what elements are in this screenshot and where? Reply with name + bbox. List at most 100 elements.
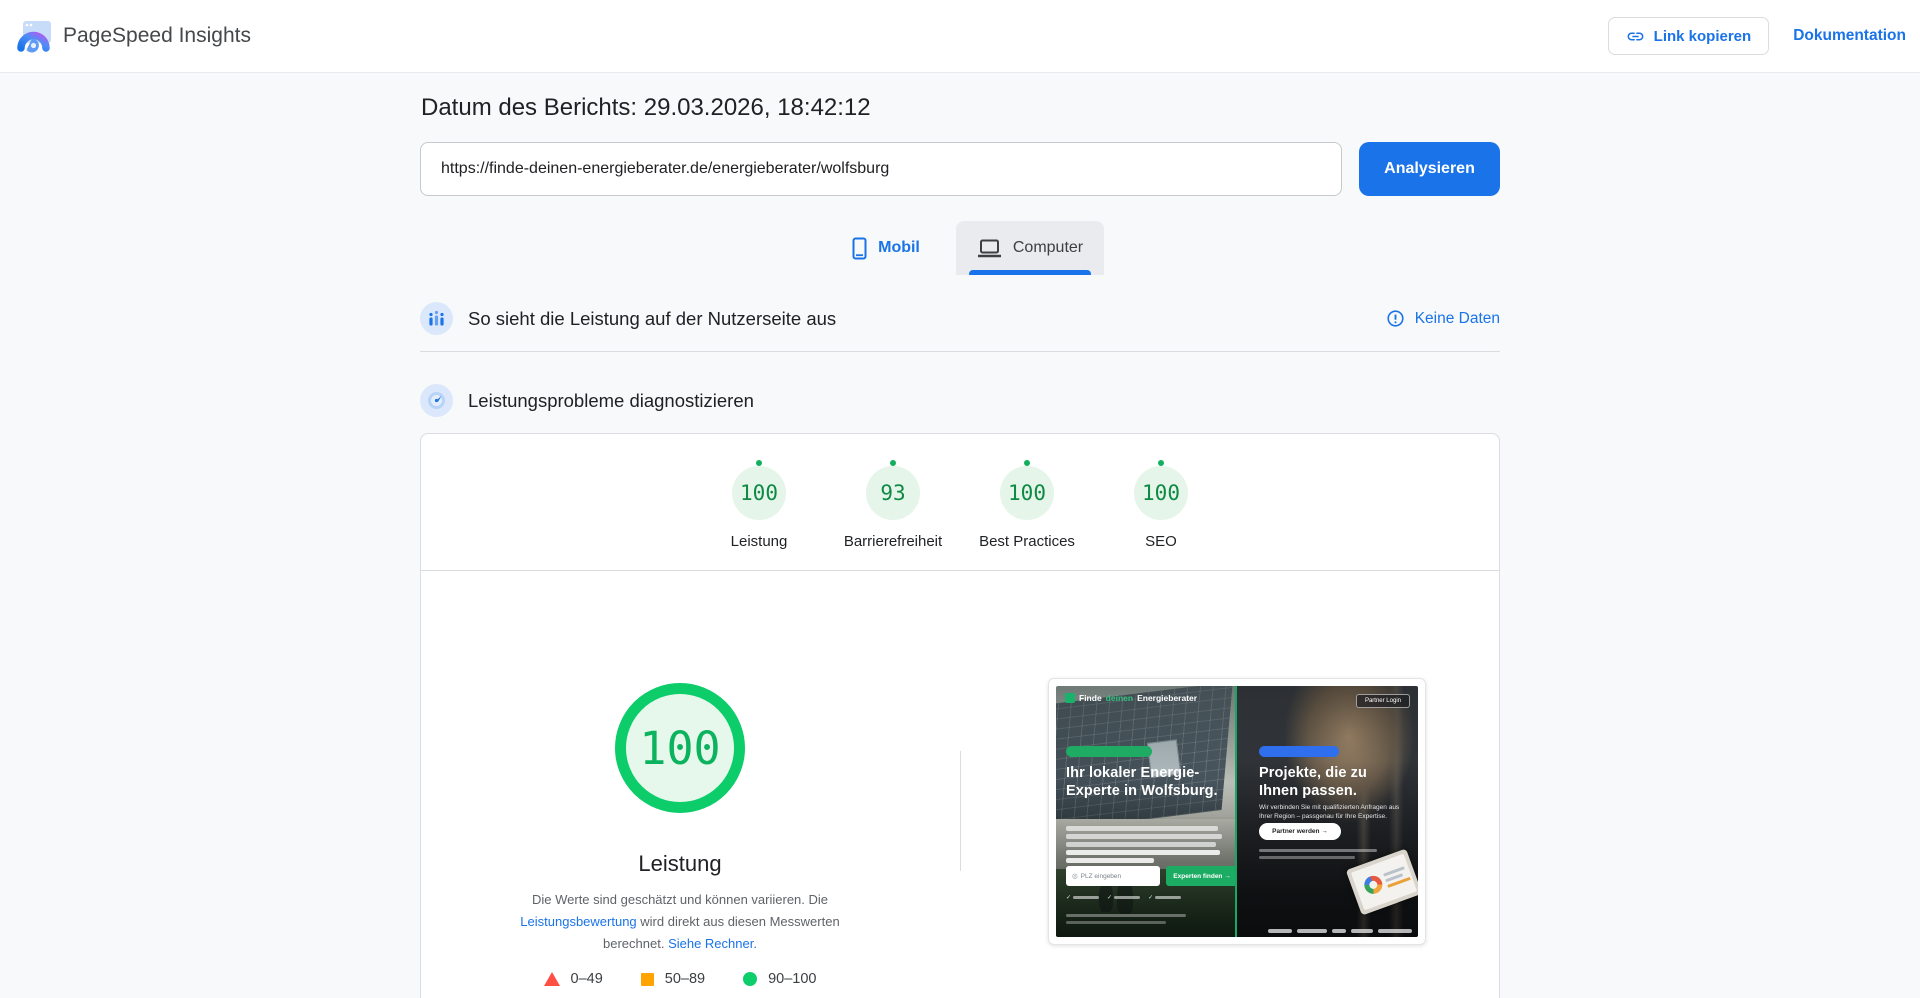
- performance-gauge: 100: [615, 683, 745, 813]
- performance-gauge-label: Leistung: [638, 851, 722, 876]
- laptop-icon: [977, 239, 1002, 258]
- score-value: 100: [1142, 481, 1180, 505]
- documentation-link[interactable]: Dokumentation: [1793, 27, 1906, 45]
- brand-word: Energieberater: [1137, 693, 1198, 703]
- legend-item-average: 50–89: [640, 971, 706, 987]
- screenshot-content: Finde deinen Energieberater Ihr lokaler …: [1056, 686, 1418, 937]
- diagnose-section-header: Leistungsprobleme diagnostizieren: [420, 384, 1500, 417]
- url-input[interactable]: [420, 142, 1342, 196]
- category-scores-row: 100 Leistung 93 Barrierefreiheit 100 Bes…: [421, 460, 1499, 550]
- field-data-icon: [420, 302, 453, 335]
- app-title: PageSpeed Insights: [63, 24, 251, 47]
- blue-badge: [1259, 746, 1339, 757]
- score-item-seo[interactable]: 100 SEO: [1094, 460, 1228, 550]
- performance-score-value: 100: [639, 721, 721, 775]
- report-card: 100 Leistung 93 Barrierefreiheit 100 Bes…: [420, 433, 1500, 998]
- hero-heading-left: Ihr lokaler Energie-Experte in Wolfsburg…: [1066, 765, 1218, 799]
- tab-computer[interactable]: Computer: [956, 221, 1104, 275]
- score-gauge: 100: [732, 460, 786, 520]
- text-line: [1066, 834, 1222, 839]
- page-screenshot-thumbnail: Finde deinen Energieberater Ihr lokaler …: [1048, 678, 1426, 945]
- partner-login-button: Partner Login: [1355, 694, 1410, 708]
- score-gauge: 100: [1000, 460, 1054, 520]
- gauge-arc-dot: [890, 460, 896, 466]
- tablet-chart: [1361, 873, 1385, 897]
- analyze-button[interactable]: Analysieren: [1359, 142, 1500, 196]
- score-gauge: 93: [866, 460, 920, 520]
- desc-text: Die Werte sind geschätzt und können vari…: [531, 892, 829, 907]
- device-tabs: Mobil Computer: [420, 221, 1500, 275]
- site-logo: Finde deinen Energieberater: [1065, 693, 1197, 703]
- link-icon: [1626, 27, 1645, 46]
- score-item-barrierefreiheit[interactable]: 93 Barrierefreiheit: [826, 460, 960, 550]
- header-actions: Link kopieren Dokumentation: [1607, 17, 1906, 55]
- tab-mobil-label: Mobil: [878, 239, 920, 256]
- field-data-title: So sieht die Leistung auf der Nutzerseit…: [468, 307, 837, 329]
- tab-mobil[interactable]: Mobil: [816, 221, 956, 275]
- legend-item-pass: 90–100: [743, 971, 816, 987]
- score-label: SEO: [1145, 533, 1177, 550]
- pin-icon: ◎: [1072, 873, 1078, 880]
- diagnose-title: Leistungsprobleme diagnostizieren: [468, 389, 754, 411]
- score-gauge: 100: [1134, 460, 1188, 520]
- gauge-arc-dot: [1024, 460, 1030, 466]
- siehe-rechner-link[interactable]: Siehe Rechner.: [668, 936, 757, 951]
- info-icon: [1386, 309, 1405, 328]
- main-area: Datum des Berichts: 29.03.2026, 18:42:12…: [0, 73, 1920, 998]
- benefit-checks: ✓ ✓ ✓: [1066, 894, 1182, 901]
- screenshot-left-pane: Finde deinen Energieberater Ihr lokaler …: [1056, 686, 1237, 937]
- score-value: 100: [740, 481, 778, 505]
- score-value: 93: [880, 481, 906, 505]
- fail-triangle-icon: [543, 972, 560, 986]
- pagespeed-logo-icon[interactable]: [16, 19, 53, 54]
- copy-link-label: Link kopieren: [1653, 27, 1752, 45]
- gauge-arc-dot: [1158, 460, 1164, 466]
- score-label: Barrierefreiheit: [843, 533, 943, 550]
- gauge-description: Die Werte sind geschätzt und können vari…: [490, 889, 870, 955]
- score-item-best-practices[interactable]: 100 Best Practices: [960, 460, 1094, 550]
- tab-computer-label: Computer: [1012, 239, 1084, 256]
- plz-form: ◎ PLZ eingeben Experten finden →: [1066, 866, 1235, 886]
- score-label: Best Practices: [979, 533, 1075, 550]
- text-line: [1259, 849, 1377, 852]
- pass-circle-icon: [743, 972, 758, 986]
- legend-range: 90–100: [768, 971, 817, 987]
- text-line: [1066, 842, 1216, 847]
- green-badge: [1066, 746, 1152, 757]
- gauge-arc-dot: [756, 460, 762, 466]
- diagnose-speedometer-icon: [420, 384, 453, 417]
- text-line: [1066, 826, 1218, 831]
- find-expert-button: Experten finden →: [1166, 866, 1235, 886]
- no-data-link[interactable]: Keine Daten: [1386, 309, 1500, 328]
- average-square-icon: [640, 972, 654, 986]
- legend-range: 0–49: [570, 971, 603, 987]
- section-divider: [420, 351, 1500, 352]
- app-header: PageSpeed Insights Link kopieren Dokumen…: [0, 0, 1920, 73]
- text-line: [1066, 921, 1166, 924]
- field-data-section-header: So sieht die Leistung auf der Nutzerseit…: [420, 302, 1500, 335]
- copy-link-button[interactable]: Link kopieren: [1607, 17, 1770, 55]
- score-label: Leistung: [730, 533, 788, 550]
- active-tab-indicator: [969, 270, 1091, 275]
- footer-links: [1268, 929, 1412, 933]
- site-logo-icon: [1065, 693, 1075, 703]
- smartphone-icon: [852, 237, 867, 260]
- text-line: [1259, 856, 1355, 859]
- leistungsbewertung-link[interactable]: Leistungsbewertung: [520, 914, 636, 929]
- performance-gauge-area: 100 Leistung Die Werte sind geschätzt un…: [421, 571, 1499, 998]
- text-line: [1066, 914, 1186, 917]
- hero-subtext: Wir verbinden Sie mit qualifizierten Anf…: [1259, 804, 1400, 820]
- hero-heading-right: Projekte, die zu Ihnen passen.: [1259, 765, 1367, 799]
- score-value: 100: [1008, 481, 1046, 505]
- brand-word: Finde: [1079, 693, 1102, 703]
- no-data-label: Keine Daten: [1414, 309, 1500, 327]
- vertical-divider: [960, 751, 961, 871]
- report-date-heading: Datum des Berichts: 29.03.2026, 18:42:12: [421, 94, 871, 121]
- legend-range: 50–89: [664, 971, 706, 987]
- plz-placeholder: PLZ eingeben: [1080, 872, 1122, 880]
- score-legend: 0–49 50–89 90–100: [421, 971, 939, 987]
- score-item-leistung[interactable]: 100 Leistung: [692, 460, 826, 550]
- url-form: Analysieren: [420, 142, 1500, 196]
- plz-input: ◎ PLZ eingeben: [1066, 866, 1160, 886]
- text-line: [1066, 850, 1220, 855]
